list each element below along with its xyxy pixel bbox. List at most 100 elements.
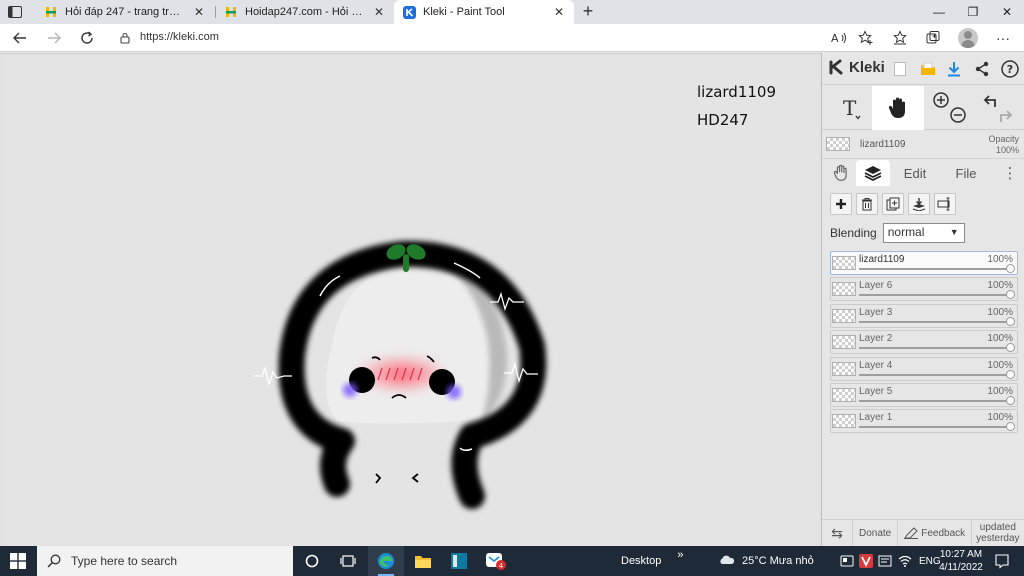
forward-button[interactable] <box>44 28 64 48</box>
blending-row: Blending normal ▼ <box>830 223 965 243</box>
hand-icon <box>833 164 847 181</box>
desktop-toolbar[interactable]: Desktop » <box>621 546 683 576</box>
tab-close-icon[interactable]: ✕ <box>552 5 566 19</box>
tab-kleki[interactable]: Kleki - Paint Tool ✕ <box>394 0 574 24</box>
undo-redo-buttons[interactable] <box>976 86 1020 130</box>
taskbar-clock[interactable]: 10:27 AM 4/11/2022 <box>937 548 985 574</box>
new-tab-button[interactable]: + <box>578 2 598 22</box>
refresh-button[interactable] <box>77 28 97 48</box>
hand-icon <box>888 97 905 118</box>
start-button[interactable] <box>0 546 36 576</box>
update-status[interactable]: updated yesterday <box>971 519 1023 547</box>
close-window-button[interactable]: ✕ <box>990 0 1024 24</box>
tab-layers[interactable] <box>856 160 890 186</box>
collections-icon[interactable] <box>924 29 942 47</box>
slider-handle[interactable] <box>1006 264 1015 273</box>
edge-icon <box>378 553 394 569</box>
task-view-button[interactable] <box>330 546 366 576</box>
text-tool-icon: T <box>843 96 861 120</box>
text-tool-button[interactable]: T <box>828 86 872 130</box>
opacity-readout[interactable]: Opacity 100% <box>988 134 1019 156</box>
edge-taskbar-app[interactable] <box>368 546 404 576</box>
blending-label: Blending <box>830 226 877 240</box>
layer-opacity-slider[interactable] <box>859 316 1015 326</box>
layer-opacity-slider[interactable] <box>859 395 1015 405</box>
minimize-button[interactable]: — <box>922 0 956 24</box>
layer-item[interactable]: Layer 4 100% <box>830 356 1018 381</box>
tab-close-icon[interactable]: ✕ <box>192 5 206 19</box>
address-bar-url[interactable]: https://kleki.com <box>140 31 219 43</box>
tab-edit[interactable]: Edit <box>894 160 936 186</box>
drawing-canvas[interactable]: lizard1109 HD247 <box>2 56 818 545</box>
tab-actions-icon[interactable] <box>6 4 24 20</box>
read-aloud-icon[interactable]: A <box>830 29 848 47</box>
back-button[interactable] <box>10 28 30 48</box>
profile-avatar[interactable] <box>958 28 978 48</box>
favorites-icon[interactable] <box>891 29 909 47</box>
more-options-icon[interactable]: ··· <box>994 29 1012 47</box>
mail-taskbar-app[interactable]: 4 <box>478 546 514 576</box>
tab-file[interactable]: File <box>944 160 988 186</box>
hand-tool-button[interactable] <box>872 86 924 130</box>
slider-handle[interactable] <box>1006 343 1015 353</box>
tab-close-icon[interactable]: ✕ <box>372 5 386 19</box>
taskbar-search-box[interactable]: Type here to search <box>37 546 293 576</box>
layer-item[interactable]: Layer 3 100% <box>830 303 1018 328</box>
layer-opacity-slider[interactable] <box>859 290 1015 300</box>
current-layer-thumbnail <box>826 137 850 151</box>
add-favorite-icon[interactable] <box>857 29 875 47</box>
cortana-button[interactable] <box>294 546 330 576</box>
new-image-icon[interactable] <box>890 59 910 79</box>
layer-opacity-slider[interactable] <box>859 422 1015 432</box>
open-folder-icon[interactable] <box>918 59 938 79</box>
delete-layer-button[interactable] <box>856 193 878 215</box>
tray-app-icon[interactable] <box>840 555 854 567</box>
layer-item[interactable]: Layer 5 100% <box>830 382 1018 407</box>
slider-handle[interactable] <box>1006 422 1015 432</box>
slider-handle[interactable] <box>1006 316 1015 326</box>
vivaldi-tray-icon[interactable] <box>859 554 873 568</box>
layer-item[interactable]: Layer 2 100% <box>830 330 1018 355</box>
browser-toolbar: https://kleki.com A ··· <box>0 24 1024 52</box>
notification-center-icon[interactable] <box>994 553 1010 569</box>
layer-name: lizard1109 <box>859 254 905 265</box>
app-taskbar-item[interactable] <box>441 546 477 576</box>
panel-more-icon[interactable]: ⋮ <box>1000 160 1020 186</box>
help-icon[interactable]: ? <box>1000 59 1020 79</box>
add-layer-button[interactable] <box>830 193 852 215</box>
panel-tab-row: Edit File ⋮ <box>822 160 1024 186</box>
layer-opacity-slider[interactable] <box>859 264 1015 273</box>
blending-select[interactable]: normal ▼ <box>882 223 965 243</box>
merge-down-button[interactable] <box>908 193 930 215</box>
slider-handle[interactable] <box>1006 369 1015 379</box>
tab-hoidap-1[interactable]: Hỏi đáp 247 - trang tra loi ✕ <box>36 0 214 24</box>
rename-layer-button[interactable] <box>934 193 956 215</box>
hoidap-favicon-icon <box>224 5 238 19</box>
lock-icon[interactable] <box>119 32 131 44</box>
donate-link[interactable]: Donate <box>852 519 897 547</box>
browser-tab-strip: Hỏi đáp 247 - trang tra loi ✕ Hoidap247.… <box>0 0 1024 24</box>
slider-handle[interactable] <box>1006 395 1015 405</box>
restore-button[interactable]: ❐ <box>956 0 990 24</box>
feedback-link[interactable]: Feedback <box>897 519 971 547</box>
folder-icon <box>415 556 431 568</box>
swap-panel-side-icon[interactable]: ⇆ <box>822 525 852 542</box>
file-explorer-taskbar-app[interactable] <box>405 546 441 576</box>
layer-item[interactable]: Layer 6 100% <box>830 277 1018 302</box>
download-icon[interactable] <box>944 59 964 79</box>
wifi-icon[interactable] <box>898 555 912 567</box>
layer-opacity-slider[interactable] <box>859 369 1015 379</box>
weather-widget[interactable]: 25°C Mưa nhỏ <box>718 546 814 576</box>
layer-opacity-slider[interactable] <box>859 343 1015 353</box>
layer-item[interactable]: Layer 1 100% <box>830 409 1018 434</box>
layer-item[interactable]: lizard1109 100% <box>830 251 1018 275</box>
share-icon[interactable] <box>972 59 992 79</box>
duplicate-layer-button[interactable] <box>882 193 904 215</box>
slider-handle[interactable] <box>1006 290 1015 300</box>
drawing-canvas-area[interactable]: lizard1109 HD247 <box>0 53 821 546</box>
tab-hoidap-2[interactable]: Hoidap247.com - Hỏi đáp online nhanh ✕ <box>216 0 394 24</box>
zoom-buttons[interactable] <box>928 86 972 130</box>
notes-tray-icon[interactable] <box>878 555 892 567</box>
kleki-logo[interactable]: Kleki <box>828 58 885 76</box>
tab-hand-settings[interactable] <box>826 160 856 186</box>
